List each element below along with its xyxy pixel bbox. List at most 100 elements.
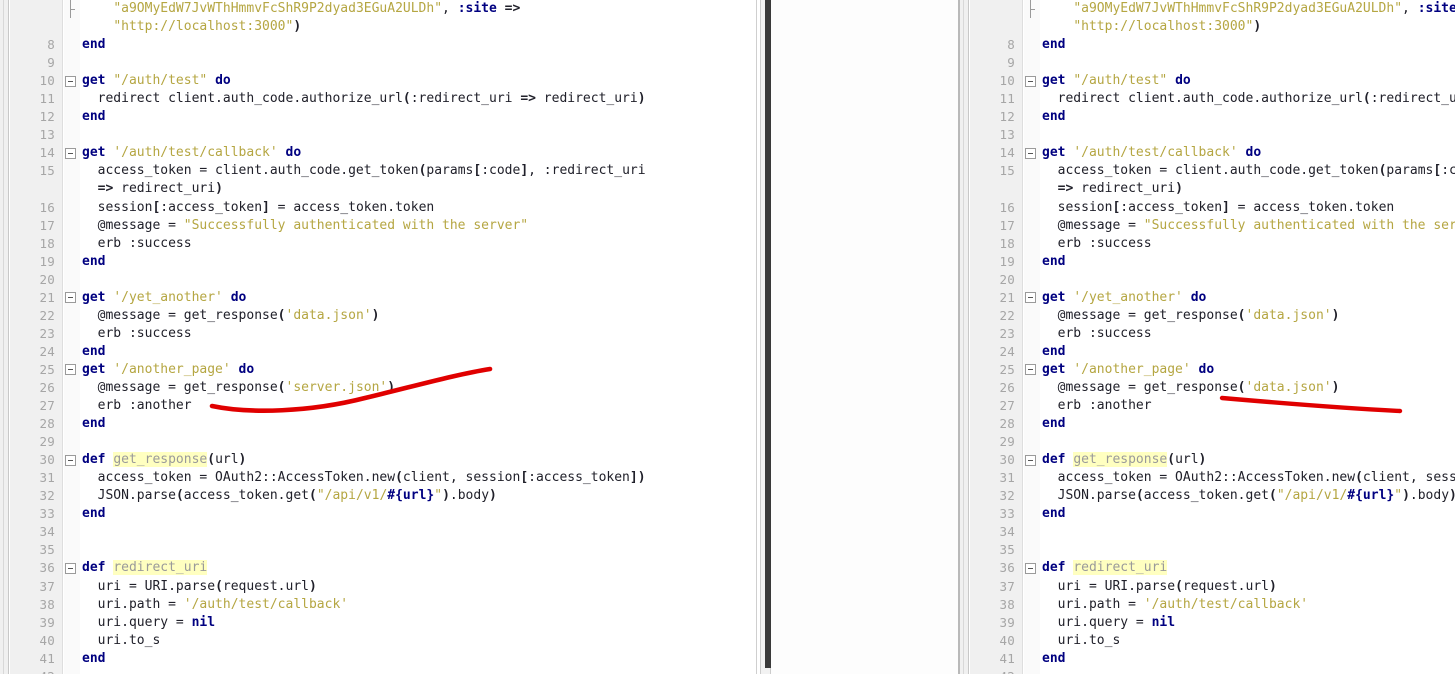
code-line[interactable] <box>64 54 756 72</box>
code-line[interactable]: redirect client.auth_code.authorize_url(… <box>64 0 756 108</box>
code-line[interactable]: @message = get_response('data.json') <box>1024 0 1455 397</box>
code-line[interactable]: "http://localhost:3000") <box>1024 0 1455 36</box>
code-line[interactable]: uri.path = '/auth/test/callback' <box>1024 0 1455 614</box>
code-line[interactable]: session [:access_token] = access_token.to… <box>64 0 756 217</box>
code-line[interactable]: session [:access_token] = access_token.to… <box>1024 0 1455 217</box>
code-line[interactable]: JSON.parse(access_token.get("/api/v1/#{u… <box>1024 0 1455 505</box>
code-line[interactable]: erb :another <box>1024 0 1455 415</box>
code-line[interactable] <box>1024 54 1455 72</box>
code-line[interactable]: @message = "Successfully authenticated w… <box>1024 0 1455 235</box>
code-line[interactable]: def get_response(url) <box>64 451 756 469</box>
code-line[interactable]: def redirect_uri <box>64 559 756 577</box>
fold-collapse-icon[interactable] <box>1025 364 1036 376</box>
code-line[interactable]: get "/auth/test" do <box>1024 72 1455 90</box>
code-line[interactable] <box>1024 523 1455 541</box>
code-line[interactable]: get '/auth/test/callback' do <box>1024 144 1455 162</box>
code-line[interactable] <box>1024 126 1455 144</box>
code-line[interactable] <box>64 541 756 559</box>
fold-collapse-icon[interactable] <box>1025 562 1036 574</box>
code-line[interactable]: JSON.parse(access_token.get("/api/v1/#{u… <box>64 0 756 505</box>
code-line[interactable]: end <box>1024 0 1455 668</box>
code-line[interactable]: uri = URI.parse(request.url) <box>1024 0 1455 596</box>
fold-collapse-icon[interactable] <box>1025 75 1036 87</box>
code-line[interactable]: access_token = client.auth_code.get_toke… <box>64 0 756 180</box>
fold-collapse-icon[interactable] <box>1025 292 1036 304</box>
code-line[interactable]: erb :success <box>64 0 756 343</box>
code-line[interactable]: end <box>64 0 756 54</box>
left-line-number-gutter[interactable]: 8 9 10 11 12 13 14 15 16 17 18 19 20 21 22 23 24 25 26 27 28… <box>10 0 63 674</box>
code-line[interactable]: erb :another <box>64 0 756 415</box>
code-line[interactable]: end <box>64 0 756 271</box>
code-line[interactable] <box>1024 541 1455 559</box>
code-line[interactable]: access_token = OAuth2::AccessToken.new(c… <box>64 0 756 487</box>
code-line[interactable]: get '/yet_another' do <box>64 289 756 307</box>
code-line[interactable]: "http://localhost:3000") <box>64 0 756 36</box>
code-line[interactable]: uri.query = nil <box>64 0 756 632</box>
code-line[interactable]: end <box>64 0 756 523</box>
fold-collapse-icon[interactable] <box>65 75 76 87</box>
code-line[interactable]: end <box>1024 0 1455 271</box>
code-line[interactable]: uri.path = '/auth/test/callback' <box>64 0 756 614</box>
code-line[interactable]: get '/another_page' do <box>64 361 756 379</box>
code-line[interactable] <box>64 433 756 451</box>
code-line[interactable] <box>64 271 756 289</box>
code-token-pln: session <box>1057 199 1113 215</box>
code-line[interactable]: uri.to_s <box>1024 0 1455 650</box>
code-line[interactable]: @message = get_response('server.json') <box>64 0 756 397</box>
code-token-punc: ) <box>371 307 380 323</box>
left-editor-pane[interactable]: 8 9 10 11 12 13 14 15 16 17 18 19 20 21 22 23 24 25 26 27 28… <box>0 0 757 674</box>
fold-collapse-icon[interactable] <box>65 292 76 304</box>
fold-collapse-icon[interactable] <box>65 454 76 466</box>
code-line[interactable]: => redirect_uri) <box>64 0 756 198</box>
right-line-number-gutter[interactable]: 8 9 10 11 12 13 14 15 16 17 18 19 20 21 22 23 24 25 26 27 28… <box>970 0 1023 674</box>
line-number: 37 <box>39 578 55 594</box>
code-line[interactable]: def redirect_uri <box>1024 559 1455 577</box>
fold-collapse-icon[interactable] <box>1025 147 1036 159</box>
code-line[interactable]: uri = URI.parse(request.url) <box>64 0 756 596</box>
code-line[interactable]: access_token = OAuth2::AccessToken.new(c… <box>1024 0 1455 487</box>
code-line[interactable]: end <box>64 0 756 126</box>
code-line[interactable]: "a9OMyEdW7JvWThHmmvFcShR9P2dyad3EGuA2ULD… <box>64 0 756 18</box>
code-line[interactable]: end <box>64 0 756 361</box>
code-line[interactable]: redirect client.auth_code.authorize_url(… <box>1024 0 1455 108</box>
code-line[interactable]: end <box>1024 0 1455 54</box>
fold-collapse-icon[interactable] <box>65 147 76 159</box>
code-line[interactable] <box>1024 668 1455 674</box>
code-line[interactable]: end <box>1024 0 1455 523</box>
code-line[interactable]: => redirect_uri) <box>1024 0 1455 198</box>
code-line[interactable]: get '/auth/test/callback' do <box>64 144 756 162</box>
right-code-area[interactable]: "a9OMyEdW7JvWThHmmvFcShR9P2dyad3EGuA2ULD… <box>1024 0 1455 674</box>
code-line[interactable] <box>1024 271 1455 289</box>
code-line[interactable]: get '/yet_another' do <box>1024 289 1455 307</box>
code-line[interactable]: end <box>1024 0 1455 126</box>
vertical-scrollbar-track[interactable] <box>760 0 774 674</box>
code-line[interactable]: uri.query = nil <box>1024 0 1455 632</box>
code-line[interactable]: @message = "Successfully authenticated w… <box>64 0 756 235</box>
fold-collapse-icon[interactable] <box>65 364 76 376</box>
code-line[interactable]: "a9OMyEdW7JvWThHmmvFcShR9P2dyad3EGuA2ULD… <box>1024 0 1455 18</box>
code-line[interactable]: erb :success <box>1024 0 1455 253</box>
line-number: 20 <box>999 271 1015 287</box>
code-line[interactable]: erb :success <box>1024 0 1455 343</box>
code-line[interactable]: get "/auth/test" do <box>64 72 756 90</box>
code-line[interactable]: erb :success <box>64 0 756 253</box>
code-line[interactable]: def get_response(url) <box>1024 451 1455 469</box>
fold-collapse-icon[interactable] <box>1025 454 1036 466</box>
code-line[interactable] <box>64 523 756 541</box>
right-editor-pane[interactable]: 8 9 10 11 12 13 14 15 16 17 18 19 20 21 22 23 24 25 26 27 28… <box>960 0 1455 674</box>
fold-collapse-icon[interactable] <box>65 562 76 574</box>
code-line[interactable]: end <box>1024 0 1455 433</box>
code-line[interactable]: end <box>1024 0 1455 361</box>
code-line[interactable] <box>1024 433 1455 451</box>
code-line[interactable]: end <box>64 0 756 433</box>
code-line[interactable]: get '/another_page' do <box>1024 361 1455 379</box>
code-line[interactable]: uri.to_s <box>64 0 756 650</box>
code-line[interactable] <box>64 668 756 674</box>
code-line[interactable]: access_token = client.auth_code.get_toke… <box>1024 0 1455 180</box>
code-line[interactable]: end <box>64 0 756 668</box>
code-line[interactable] <box>64 126 756 144</box>
code-line[interactable]: @message = get_response('data.json') <box>64 0 756 325</box>
code-line[interactable]: @message = get_response('data.json') <box>1024 0 1455 325</box>
left-code-area[interactable]: "a9OMyEdW7JvWThHmmvFcShR9P2dyad3EGuA2ULD… <box>64 0 756 674</box>
